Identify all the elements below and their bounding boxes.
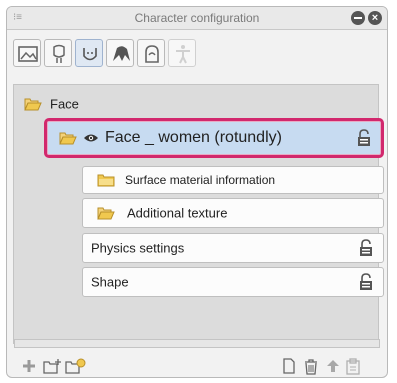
picture-icon — [18, 46, 38, 62]
tree-item-label: Surface material information — [125, 173, 276, 187]
figure-icon — [176, 45, 190, 64]
visibility-eye-icon[interactable] — [83, 132, 99, 144]
tab-image[interactable] — [13, 39, 41, 67]
character-configuration-panel: ⁝≡ Character configuration × Face Face _… — [6, 6, 388, 378]
new-folder-icon[interactable] — [43, 358, 63, 374]
panel-title: Character configuration — [134, 11, 260, 25]
tab-pose[interactable] — [168, 39, 196, 67]
shirt-icon — [145, 45, 159, 63]
close-icon[interactable]: × — [368, 11, 382, 25]
tab-body[interactable] — [137, 39, 165, 67]
tree-item-label: Additional texture — [127, 205, 228, 221]
layer-tree: Face Face _ women (rotundly) Surface mat… — [13, 84, 384, 344]
tree-item-physics[interactable]: Physics settings — [82, 233, 384, 263]
tab-face[interactable] — [75, 39, 103, 67]
open-folder-icon — [97, 207, 115, 220]
minimize-icon[interactable] — [351, 11, 365, 25]
face-icon — [83, 48, 97, 61]
clipboard-icon[interactable] — [345, 358, 361, 375]
tree-item-additional-texture[interactable]: Additional texture — [82, 198, 384, 228]
tree-item-face[interactable]: Face — [16, 93, 374, 115]
tab-hair[interactable] — [106, 39, 134, 67]
folder-icon — [97, 174, 115, 187]
head-icon — [53, 44, 65, 63]
lock-icon[interactable] — [359, 239, 373, 257]
tree-item-label: Face — [50, 96, 79, 112]
open-folder-icon — [24, 98, 42, 111]
tree-item-label: Face _ women (rotundly) — [105, 129, 282, 146]
tree-item-surface[interactable]: Surface material information — [82, 166, 384, 194]
tab-head[interactable] — [44, 39, 72, 67]
bottom-toolbar — [7, 351, 387, 377]
tree-item-selected[interactable]: Face _ women (rotundly) — [44, 118, 384, 158]
title-bar[interactable]: ⁝≡ Character configuration × — [7, 7, 387, 30]
tree-item-label: Shape — [91, 274, 129, 290]
move-up-icon[interactable] — [325, 358, 341, 374]
lock-icon[interactable] — [359, 273, 373, 291]
category-tabs — [7, 30, 387, 70]
new-folder-special-icon[interactable] — [65, 358, 87, 374]
tree-item-shape[interactable]: Shape — [82, 267, 384, 297]
new-page-icon[interactable] — [281, 358, 297, 374]
hair-icon — [113, 46, 130, 61]
horizontal-scrollbar[interactable] — [14, 339, 380, 348]
lock-icon[interactable] — [357, 129, 371, 147]
open-folder-icon — [59, 132, 77, 145]
trash-icon[interactable] — [303, 358, 319, 375]
add-icon[interactable] — [21, 358, 37, 374]
tree-item-label: Physics settings — [91, 240, 185, 256]
